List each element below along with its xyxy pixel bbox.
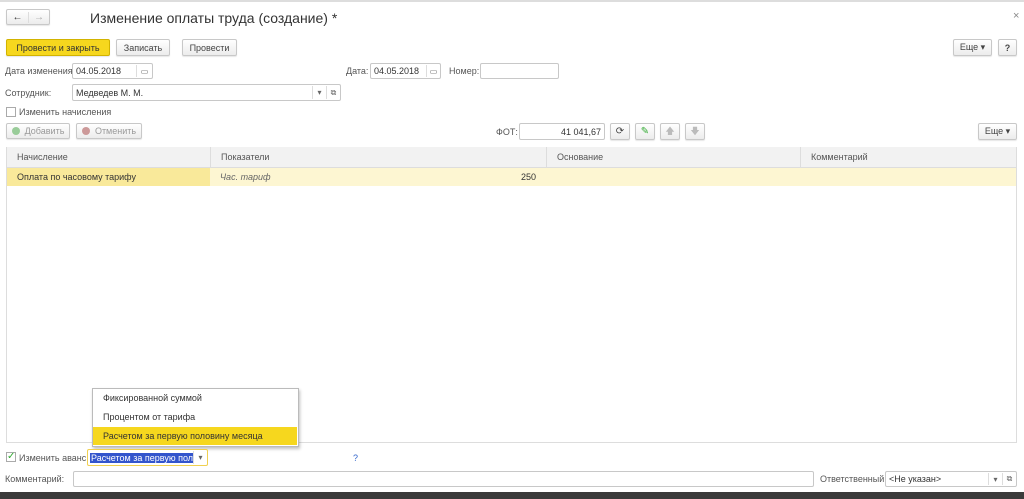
taskbar: [0, 492, 1024, 499]
column-header-basis[interactable]: Основание: [546, 147, 800, 168]
change-advance-checkbox[interactable]: ✓: [6, 452, 16, 462]
help-button[interactable]: ?: [998, 39, 1017, 56]
table-more-button[interactable]: Еще ▾: [978, 123, 1017, 140]
date-input[interactable]: 04.05.2018 ▭: [370, 63, 441, 79]
open-icon[interactable]: ⧉: [326, 86, 340, 99]
dropdown-option[interactable]: Процентом от тарифа: [93, 408, 297, 426]
help-link[interactable]: ?: [353, 453, 358, 463]
advance-method-select[interactable]: Расчетом за первую поло ▾: [87, 449, 208, 466]
open-icon[interactable]: ⧉: [1002, 473, 1016, 485]
employee-input[interactable]: Медведев М. М. ▾ ⧉: [72, 84, 341, 101]
page-title: Изменение оплаты труда (создание) *: [90, 10, 338, 26]
change-advance-label: Изменить аванс: [19, 453, 87, 463]
date-label: Дата:: [346, 66, 369, 76]
more-button[interactable]: Еще ▾: [953, 39, 992, 56]
number-input[interactable]: [480, 63, 559, 79]
advance-method-value: Расчетом за первую поло: [90, 452, 193, 463]
change-accruals-checkbox[interactable]: [6, 107, 16, 117]
forward-button[interactable]: →: [27, 11, 49, 23]
date-value: 04.05.2018: [374, 66, 420, 76]
edit-pencil-icon[interactable]: ✎: [635, 123, 655, 140]
cell-indicator[interactable]: Час. тариф: [210, 168, 460, 186]
employee-value: Медведев М. М.: [76, 87, 144, 98]
column-header-comment[interactable]: Комментарий: [800, 147, 1016, 168]
cancel-label: Отменить: [94, 126, 137, 136]
post-button[interactable]: Провести: [182, 39, 237, 56]
column-header-accrual[interactable]: Начисление: [7, 147, 210, 168]
fot-label: ФОТ:: [496, 127, 518, 137]
employee-label: Сотрудник:: [5, 88, 52, 98]
change-date-value: 04.05.2018: [76, 66, 122, 76]
top-border: [0, 0, 1024, 2]
cancel-button[interactable]: Отменить: [76, 123, 142, 139]
cell-basis[interactable]: [546, 168, 800, 186]
responsible-input[interactable]: <Не указан> ▾ ⧉: [885, 471, 1017, 487]
responsible-value: <Не указан>: [889, 474, 942, 484]
chevron-down-icon[interactable]: ▾: [988, 473, 1002, 485]
nav-buttons: ← →: [6, 9, 50, 25]
move-down-icon[interactable]: 🡇: [685, 123, 705, 140]
refresh-icon[interactable]: ⟳: [610, 123, 630, 140]
add-button[interactable]: Добавить: [6, 123, 70, 139]
change-date-label: Дата изменения:: [5, 66, 76, 76]
cell-accrual[interactable]: Оплата по часовому тарифу: [7, 168, 210, 186]
move-up-icon[interactable]: 🡅: [660, 123, 680, 140]
comment-label: Комментарий:: [5, 474, 65, 484]
number-label: Номер:: [449, 66, 480, 76]
save-button[interactable]: Записать: [116, 39, 170, 56]
add-label: Добавить: [24, 126, 65, 136]
back-button[interactable]: ←: [7, 12, 28, 23]
calendar-icon[interactable]: ▭: [136, 65, 152, 77]
close-icon[interactable]: ×: [1013, 10, 1019, 22]
calendar-icon[interactable]: ▭: [426, 65, 440, 77]
cell-value[interactable]: 250: [460, 168, 546, 186]
chevron-down-icon[interactable]: ▾: [193, 451, 207, 464]
change-date-input[interactable]: 04.05.2018 ▭: [72, 63, 153, 79]
responsible-label: Ответственный:: [820, 474, 887, 484]
add-icon: [11, 127, 20, 135]
column-header-indicators[interactable]: Показатели: [210, 147, 546, 168]
chevron-down-icon[interactable]: ▾: [312, 86, 326, 99]
cancel-icon: [81, 127, 90, 135]
change-accruals-label: Изменить начисления: [19, 107, 112, 117]
comment-input[interactable]: [73, 471, 814, 487]
cell-comment[interactable]: [800, 168, 1016, 186]
post-and-close-button[interactable]: Провести и закрыть: [6, 39, 110, 56]
fot-input[interactable]: 41 041,67: [519, 123, 605, 140]
dropdown-option[interactable]: Фиксированной суммой: [93, 389, 297, 407]
dropdown-option-selected[interactable]: Расчетом за первую половину месяца: [93, 427, 297, 445]
